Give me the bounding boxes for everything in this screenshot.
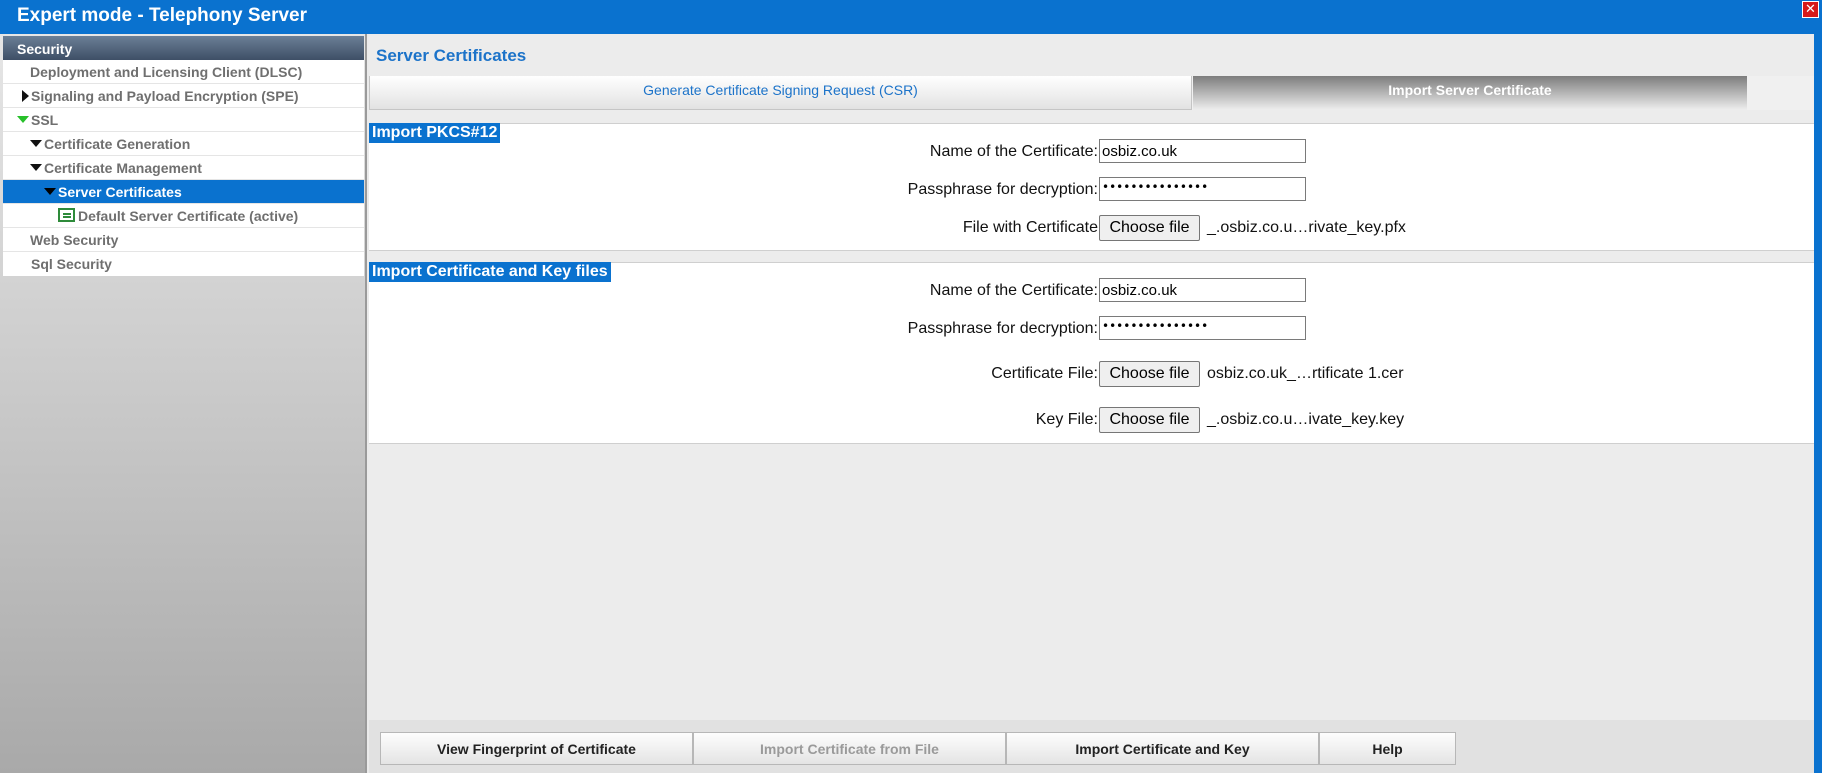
import-certificate-from-file-button[interactable]: Import Certificate from File: [693, 732, 1006, 765]
tree-item-certificate-management[interactable]: Certificate Management: [3, 156, 364, 180]
window-title: Expert mode - Telephony Server: [17, 5, 308, 26]
tree-item-label: Sql Security: [31, 256, 112, 272]
bottom-button-bar: View Fingerprint of Certificate Import C…: [369, 720, 1814, 773]
tree-item-label: Certificate Generation: [44, 136, 191, 152]
field-label: Passphrase for decryption:: [907, 181, 1098, 198]
field-label: File with Certificate: [962, 219, 1098, 236]
collapse-arrow-icon[interactable]: [30, 164, 42, 171]
tab-import-server-certificate[interactable]: Import Server Certificate: [1193, 76, 1747, 110]
choose-file-button[interactable]: Choose file: [1099, 215, 1200, 241]
view-fingerprint-button[interactable]: View Fingerprint of Certificate: [380, 732, 693, 765]
tree-item-web-security[interactable]: Web Security: [3, 228, 364, 252]
expand-arrow-icon[interactable]: [22, 90, 29, 102]
tree-item-server-certificates[interactable]: Server Certificates: [3, 180, 364, 204]
tree-item-label: Certificate Management: [44, 160, 202, 176]
tab-generate-csr[interactable]: Generate Certificate Signing Request (CS…: [369, 76, 1192, 110]
section-import-pkcs12: Import PKCS#12 Name of the Certificate: …: [369, 123, 1814, 251]
field-label: Key File:: [1035, 411, 1098, 428]
tree-item-label: Default Server Certificate (active): [78, 208, 299, 224]
selected-certificate-file-name: osbiz.co.uk_…rtificate 1.cer: [1207, 365, 1404, 382]
form-row-name: Name of the Certificate:: [369, 139, 1814, 165]
collapse-arrow-icon[interactable]: [44, 188, 56, 195]
tree-header-security[interactable]: Security: [3, 36, 364, 60]
selected-file-name: _.osbiz.co.u…rivate_key.pfx: [1207, 219, 1406, 236]
tree-item-spe[interactable]: Signaling and Payload Encryption (SPE): [3, 84, 364, 108]
form-row-passphrase: Passphrase for decryption: •••••••••••••…: [369, 316, 1814, 342]
form-row-certificate-file: Certificate File: Choose file osbiz.co.u…: [369, 361, 1814, 387]
form-row-file: File with Certificate Choose file _.osbi…: [369, 215, 1814, 241]
tree-item-label: Deployment and Licensing Client (DLSC): [30, 64, 303, 80]
close-button[interactable]: ✕: [1802, 1, 1819, 18]
form-row-key-file: Key File: Choose file _.osbiz.co.u…ivate…: [369, 407, 1814, 433]
choose-certificate-file-button[interactable]: Choose file: [1099, 361, 1200, 387]
tree-item-label: SSL: [31, 112, 59, 128]
field-label: Name of the Certificate:: [929, 143, 1098, 160]
form-row-passphrase: Passphrase for decryption: •••••••••••••…: [369, 177, 1814, 203]
title-bar: Expert mode - Telephony Server ✕: [0, 0, 1822, 34]
selected-key-file-name: _.osbiz.co.u…ivate_key.key: [1207, 411, 1405, 428]
passphrase-input[interactable]: •••••••••••••••: [1099, 177, 1306, 201]
tree-item-sql-security[interactable]: Sql Security: [3, 252, 364, 276]
navigation-tree: Security Deployment and Licensing Client…: [3, 36, 364, 276]
window-right-border: [1814, 34, 1822, 773]
field-label: Certificate File:: [991, 365, 1098, 382]
form-row-name: Name of the Certificate:: [369, 278, 1814, 304]
tab-bar: Generate Certificate Signing Request (CS…: [369, 76, 1814, 110]
help-button[interactable]: Help: [1319, 732, 1456, 765]
choose-key-file-button[interactable]: Choose file: [1099, 407, 1200, 433]
import-certificate-and-key-button[interactable]: Import Certificate and Key: [1006, 732, 1319, 765]
section-import-cert-key-files: Import Certificate and Key files Name of…: [369, 262, 1814, 444]
tree-item-label: Server Certificates: [58, 184, 182, 200]
collapse-arrow-icon[interactable]: [30, 140, 42, 147]
tree-item-label: Signaling and Payload Encryption (SPE): [31, 88, 299, 104]
tree-item-ssl[interactable]: SSL: [3, 108, 364, 132]
page-title: Server Certificates: [376, 46, 527, 65]
tree-item-label: Web Security: [30, 232, 119, 248]
passphrase-input[interactable]: •••••••••••••••: [1099, 316, 1306, 340]
tree-item-dlsc[interactable]: Deployment and Licensing Client (DLSC): [3, 60, 364, 84]
sidebar: Security Deployment and Licensing Client…: [0, 34, 367, 773]
tree-item-certificate-generation[interactable]: Certificate Generation: [3, 132, 364, 156]
certificate-name-input[interactable]: [1099, 139, 1306, 163]
tree-item-default-server-certificate[interactable]: Default Server Certificate (active): [3, 204, 364, 228]
collapse-arrow-icon[interactable]: [17, 116, 29, 123]
field-label: Passphrase for decryption:: [907, 320, 1098, 337]
certificate-icon: [58, 208, 75, 222]
field-label: Name of the Certificate:: [929, 282, 1098, 299]
main-panel: Server Certificates Generate Certificate…: [369, 34, 1814, 773]
certificate-name-input[interactable]: [1099, 278, 1306, 302]
